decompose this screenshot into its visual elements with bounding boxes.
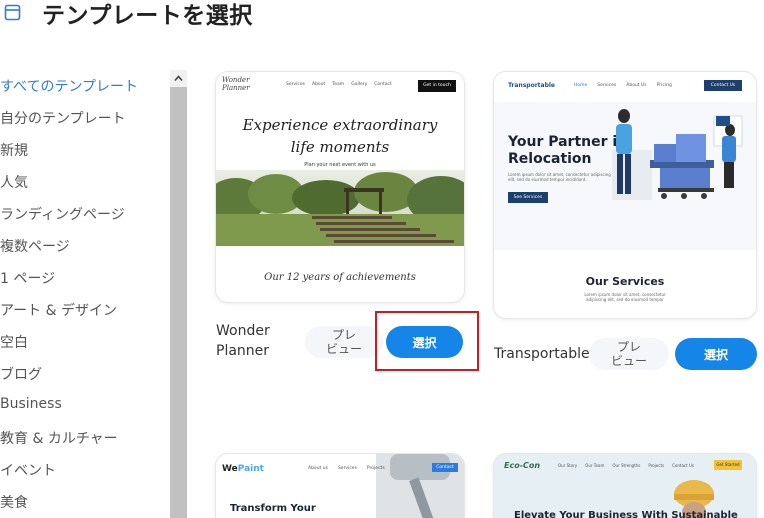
- thumb-nav-link: Our Story: [558, 463, 578, 468]
- thumb-cta: Get Started: [714, 460, 742, 470]
- sidebar-item-art[interactable]: アート & デザイン: [0, 300, 117, 320]
- select-button[interactable]: 選択: [386, 326, 463, 358]
- sidebar: すべてのテンプレート 自分のテンプレート 新規 人気 ランディングページ 複数ペ…: [0, 70, 170, 518]
- thumb-nav-links: Home Services About Us Pricing: [574, 83, 682, 88]
- thumb-section-title: Our Services: [585, 275, 665, 288]
- sidebar-item-blog[interactable]: ブログ: [0, 364, 42, 384]
- thumb-nav-link: Projects: [648, 463, 665, 468]
- header: テンプレートを選択: [0, 0, 764, 40]
- sidebar-item-popular[interactable]: 人気: [0, 172, 28, 192]
- sidebar-item-onepage[interactable]: 1 ページ: [0, 268, 55, 288]
- thumb-desc: Lorem ipsum dolor sit amet, consectetur …: [508, 172, 611, 182]
- sidebar-item-multi[interactable]: 複数ページ: [0, 236, 70, 256]
- thumb-nav-link: Projects: [366, 466, 385, 471]
- thumb-nav-link: Our Team: [585, 463, 605, 468]
- thumb-nav-link: Our Strengths: [612, 463, 641, 468]
- thumb-nav-link: Contact: [374, 82, 392, 87]
- thumb-nav-link: About: [311, 82, 326, 87]
- thumb-cta: Get in touch: [418, 80, 456, 92]
- page-title: テンプレートを選択: [42, 3, 253, 29]
- thumb-hero-sub: Plan your next event with us: [304, 162, 376, 168]
- sidebar-item-food[interactable]: 美食: [0, 492, 28, 512]
- thumb-section-desc: Lorem ipsum dolor sit amet, consectetur …: [584, 292, 666, 302]
- thumb-logo: Eco-Con: [504, 461, 541, 470]
- sidebar-item-events[interactable]: イベント: [0, 460, 56, 480]
- thumb-nav-links: Services About Team Gallery Contact: [286, 82, 399, 87]
- scrollbar-thumb[interactable]: [170, 87, 187, 518]
- preview-button[interactable]: プレ ビュー: [305, 326, 383, 358]
- template-card-wonder-planner[interactable]: Wonder Planner Services About Team Gallery C…: [216, 72, 464, 302]
- thumb-nav: Wonder Planner Services About Team Gallery C…: [216, 72, 464, 100]
- template-window-icon: [4, 4, 21, 21]
- sidebar-item-business[interactable]: Business: [0, 396, 62, 412]
- thumb-nav-link: Pricing: [656, 83, 672, 88]
- thumb-nav-link: Contact Us: [672, 463, 694, 468]
- thumb-cta: Contact Us: [704, 80, 742, 91]
- preview-button[interactable]: プレ ビュー: [589, 338, 669, 370]
- thumb-nav-link: Services: [597, 83, 617, 88]
- movers-illustration: [612, 109, 743, 200]
- template-card-transportable[interactable]: Transportable Home Services About Us Pricin…: [494, 72, 756, 318]
- thumb-logo: Transportable: [508, 82, 555, 89]
- chevron-up-icon: [174, 75, 183, 82]
- select-button[interactable]: 選択: [675, 338, 757, 370]
- template-card-eco-con[interactable]: Eco-Con Our Story Our Team Our Strengths Pr…: [494, 454, 756, 518]
- thumb-logo-part: Paint: [237, 464, 264, 474]
- thumb-logo: WePaint: [222, 464, 264, 474]
- thumb-nav-link: Services: [286, 82, 305, 87]
- thumb-nav-link: Home: [574, 83, 588, 88]
- template-name: Wonder Planner: [216, 323, 270, 359]
- thumb-hero-title: Experience extraordinary life moments: [242, 116, 438, 156]
- thumb-nav-links: Our Story Our Team Our Strengths Projects Co…: [558, 463, 702, 468]
- template-name: Transportable: [494, 346, 590, 362]
- sidebar-item-mine[interactable]: 自分のテンプレート: [0, 108, 126, 128]
- thumb-logo: Wonder Planner: [222, 76, 250, 92]
- sidebar-item-new[interactable]: 新規: [0, 140, 28, 160]
- thumb-logo-part: We: [222, 464, 238, 474]
- thumb-headline: Elevate Your Business With Sustainable: [514, 510, 738, 518]
- thumb-nav-link: About Us: [626, 83, 647, 88]
- thumb-nav-links: About us Services Projects: [308, 466, 395, 471]
- thumb-nav-link: About us: [308, 466, 328, 471]
- scroll-up-button[interactable]: [170, 70, 187, 87]
- thumb-cta: Contact: [432, 463, 458, 472]
- thumb-nav-link: Team: [332, 82, 345, 87]
- thumb-button: See Services: [508, 192, 548, 203]
- thumb-section-title: Our 12 years of achievements: [264, 272, 416, 283]
- thumb-nav-link: Services: [337, 466, 357, 471]
- sidebar-item-blank[interactable]: 空白: [0, 332, 28, 352]
- thumb-nav-link: Gallery: [351, 82, 368, 87]
- sidebar-item-education[interactable]: 教育 & カルチャー: [0, 428, 118, 448]
- template-card-we-paint[interactable]: WePaint About us Services Projects Contact…: [216, 454, 464, 518]
- thumb-headline: Transform Your: [230, 503, 316, 514]
- sidebar-scrollbar[interactable]: [170, 70, 187, 518]
- venue-photo: [216, 170, 464, 246]
- sidebar-item-all[interactable]: すべてのテンプレート: [0, 76, 138, 96]
- sidebar-item-landing[interactable]: ランディングページ: [0, 204, 125, 224]
